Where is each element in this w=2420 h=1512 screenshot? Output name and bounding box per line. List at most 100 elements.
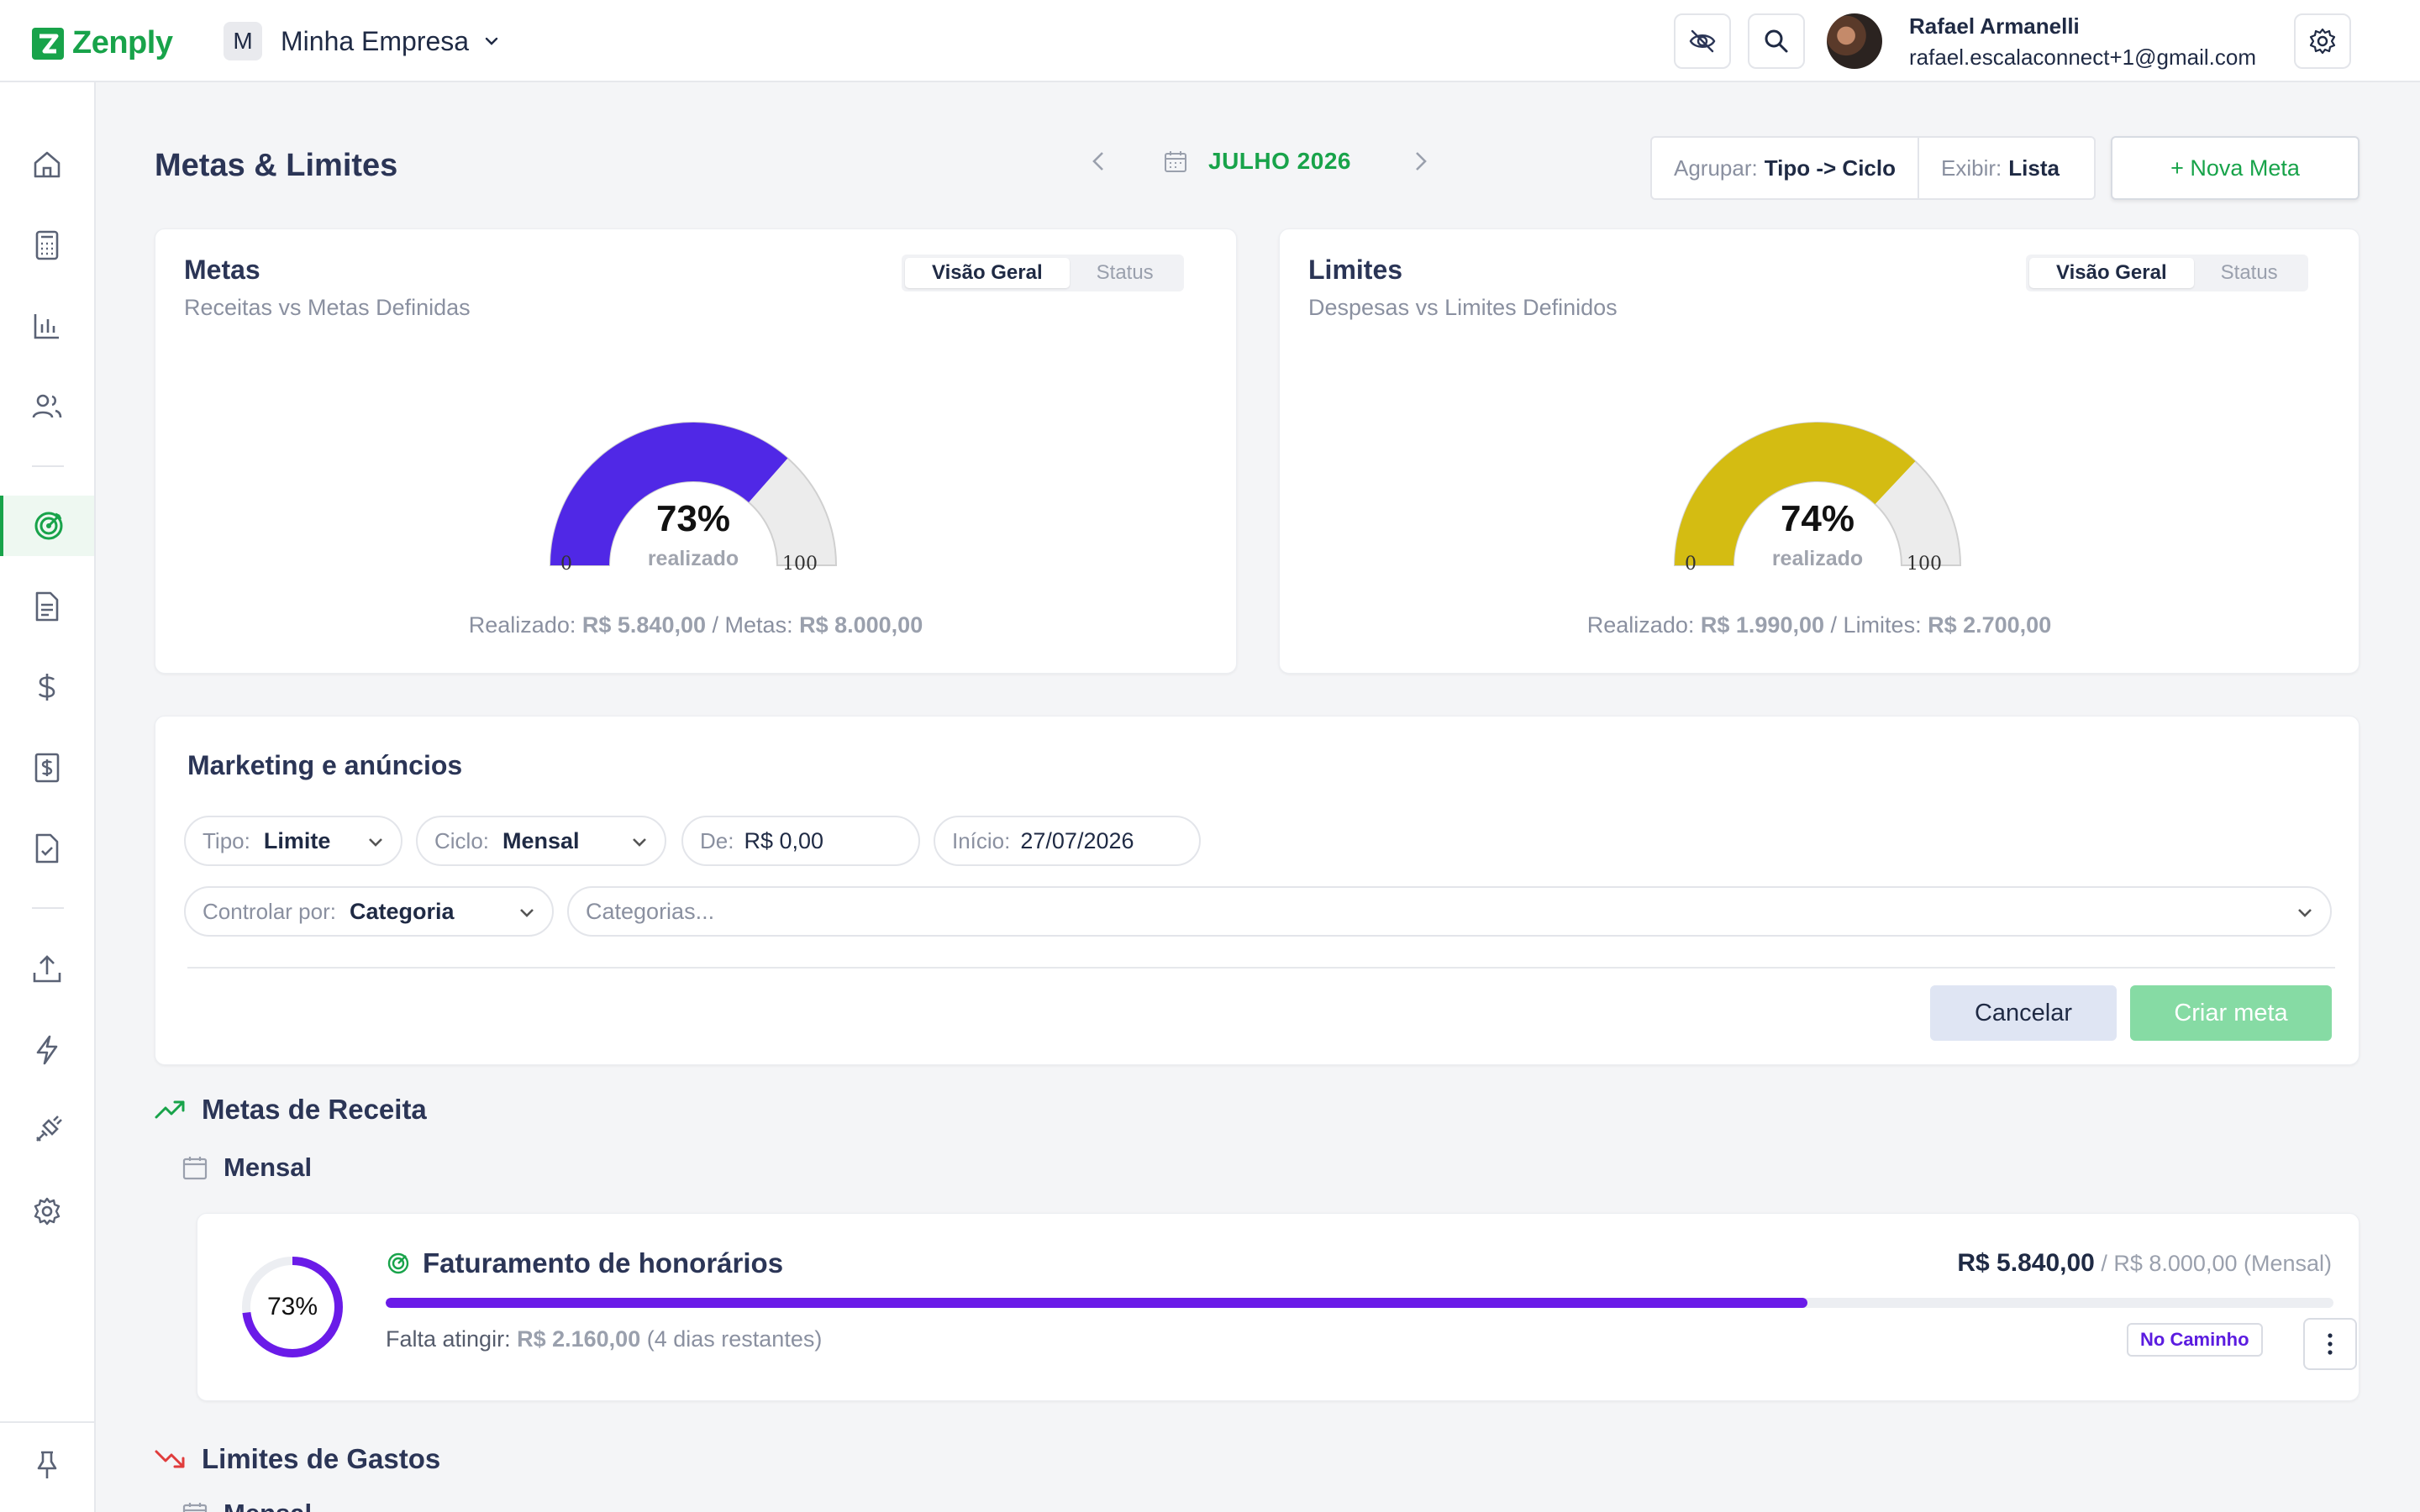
field-label: Controlar por:: [203, 898, 336, 924]
cycle-title-text: Mensal: [224, 1499, 312, 1512]
tab-status[interactable]: Status: [2194, 258, 2305, 288]
company-selector[interactable]: M Minha Empresa: [224, 22, 501, 60]
invoice-icon: [34, 753, 60, 783]
sidebar-item-invoices[interactable]: [0, 738, 94, 798]
chevron-down-icon: [2298, 909, 2312, 917]
sidebar-divider: [32, 907, 64, 909]
hide-values-button[interactable]: [1674, 13, 1731, 69]
tab-overview[interactable]: Visão Geral: [2029, 258, 2194, 288]
sidebar-divider: [32, 465, 64, 467]
limits-summary-card: Limites Despesas vs Limites Definidos Vi…: [1279, 228, 2360, 674]
card-footer: Realizado: R$ 1.990,00 / Limites: R$ 2.7…: [1280, 612, 2359, 638]
goal-amount: R$ 5.840,00 / R$ 8.000,00 (Mensal): [1957, 1249, 2332, 1278]
gauge-min-label: 0: [560, 554, 572, 575]
field-label: Ciclo:: [434, 827, 490, 853]
footer-realized-value: R$ 1.990,00: [1700, 612, 1824, 638]
tab-overview[interactable]: Visão Geral: [905, 258, 1070, 288]
type-select[interactable]: Tipo: Limite: [184, 816, 402, 866]
field-label: Início:: [952, 827, 1011, 853]
footer-target-label: Limites:: [1843, 612, 1922, 638]
field-value: R$ 0,00: [744, 827, 824, 853]
sidebar-item-automations[interactable]: [0, 1020, 94, 1080]
footer-target-label: Metas:: [724, 612, 793, 638]
chevron-down-icon: [485, 37, 498, 45]
goals-icon: [34, 512, 63, 540]
chevron-left-icon[interactable]: [1089, 148, 1109, 175]
chevron-down-icon: [369, 838, 382, 847]
calculator-icon: [35, 230, 59, 260]
cycle-select[interactable]: Ciclo: Mensal: [416, 816, 666, 866]
categories-select[interactable]: Categorias...: [567, 886, 2332, 937]
logo-icon: [32, 27, 64, 60]
progress-bar: [386, 1298, 2333, 1308]
gauge-max-label: 100: [1907, 554, 1942, 575]
display-value: Lista: [2008, 155, 2060, 181]
remaining-label: Falta atingir:: [386, 1326, 511, 1352]
sidebar-item-home[interactable]: [0, 134, 94, 195]
top-bar: Zenply M Minha Empresa Rafael Armanelli …: [0, 0, 2420, 82]
control-by-select[interactable]: Controlar por: Categoria: [184, 886, 554, 937]
tab-status[interactable]: Status: [1070, 258, 1181, 288]
company-name: Minha Empresa: [281, 25, 470, 56]
users-icon: [32, 394, 62, 418]
sidebar-item-contacts[interactable]: [0, 376, 94, 437]
sidebar-item-documents[interactable]: [0, 576, 94, 637]
sidebar-item-goals[interactable]: [0, 496, 94, 556]
settings-button[interactable]: [2294, 13, 2351, 69]
chevron-right-icon[interactable]: [1410, 148, 1430, 175]
progress-percent: 73%: [266, 1293, 318, 1320]
expense-cycle-title: Mensal: [182, 1499, 312, 1512]
goal-name-text: Faturamento de honorários: [423, 1247, 784, 1278]
logo-text: Zenply: [72, 25, 173, 60]
sidebar-item-reports[interactable]: [0, 296, 94, 356]
goal-name[interactable]: Faturamento de honorários: [386, 1247, 783, 1279]
display-selector[interactable]: Exibir: Lista: [1919, 136, 2081, 200]
user-avatar[interactable]: [1827, 13, 1882, 69]
app-logo[interactable]: Zenply: [32, 25, 173, 61]
start-date-input[interactable]: Início: 27/07/2026: [934, 816, 1201, 866]
lightning-icon: [36, 1035, 58, 1065]
goal-item-card[interactable]: 73% Faturamento de honorários R$ 5.840,0…: [197, 1213, 2360, 1401]
sidebar-item-finance[interactable]: [0, 657, 94, 717]
create-goal-button[interactable]: Criar meta: [2130, 985, 2332, 1041]
page-title: Metas & Limites: [155, 148, 398, 183]
home-icon: [34, 151, 60, 178]
divider: [187, 967, 2335, 969]
current-month[interactable]: JULHO 2026: [1208, 148, 1351, 175]
card-subtitle: Despesas vs Limites Definidos: [1308, 295, 1618, 320]
card-footer: Realizado: R$ 5.840,00 / Metas: R$ 8.000…: [155, 612, 1236, 638]
sidebar-item-integrations[interactable]: [0, 1100, 94, 1161]
footer-realized-label: Realizado:: [468, 612, 576, 638]
sidebar-item-checklist[interactable]: [0, 818, 94, 879]
group-by-selector[interactable]: Agrupar: Tipo -> Ciclo: [1652, 136, 1918, 200]
more-options-button[interactable]: [2303, 1318, 2357, 1370]
chevron-down-icon: [633, 838, 646, 847]
sidebar-item-upload[interactable]: [0, 939, 94, 1000]
new-goal-form: Marketing e anúncios Tipo: Limite Ciclo:…: [155, 716, 2360, 1065]
footer-target-value: R$ 2.700,00: [1928, 612, 2052, 638]
remaining-value: R$ 2.160,00: [517, 1326, 641, 1352]
amount-input[interactable]: De: R$ 0,00: [681, 816, 920, 866]
goals-summary-card: Metas Receitas vs Metas Definidas Visão …: [155, 228, 1237, 674]
goals-icon: [387, 1252, 409, 1274]
cancel-button[interactable]: Cancelar: [1930, 985, 2117, 1041]
company-avatar: M: [224, 22, 262, 60]
footer-realized-label: Realizado:: [1586, 612, 1695, 638]
goal-remaining: Falta atingir: R$ 2.160,00 (4 dias resta…: [386, 1326, 822, 1352]
sidebar-pin-button[interactable]: [0, 1435, 94, 1495]
new-goal-button[interactable]: + Nova Meta: [2111, 136, 2360, 200]
remaining-days: (4 dias restantes): [646, 1326, 823, 1352]
field-value: Mensal: [502, 827, 580, 853]
gauge-percent: 74%: [1780, 498, 1855, 539]
sidebar-item-settings[interactable]: [0, 1181, 94, 1242]
search-button[interactable]: [1748, 13, 1805, 69]
gear-icon: [2309, 28, 2336, 55]
card-title: Limites: [1308, 255, 1403, 285]
user-info[interactable]: Rafael Armanelli rafael.escalaconnect+1@…: [1909, 13, 2256, 71]
form-title[interactable]: Marketing e anúncios: [187, 750, 462, 781]
group-by-value: Tipo -> Ciclo: [1764, 155, 1896, 181]
trending-down-icon: [155, 1450, 185, 1468]
document-icon: [35, 591, 59, 622]
sidebar-item-calculator[interactable]: [0, 215, 94, 276]
view-toggle: Visão Geral Status: [902, 255, 1184, 291]
